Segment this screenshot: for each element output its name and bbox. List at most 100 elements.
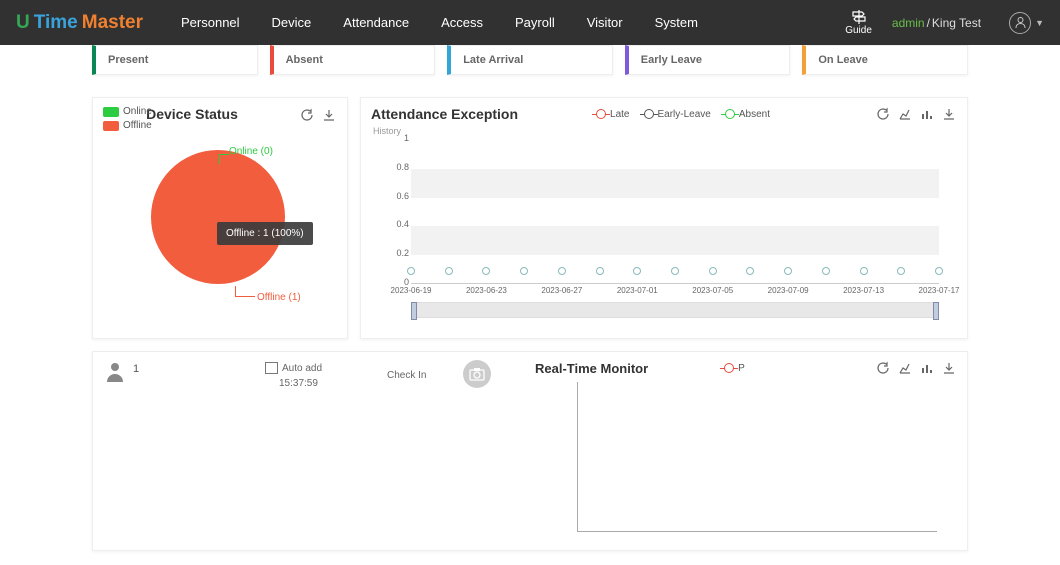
legend-mark-early: [644, 109, 654, 119]
attendance-chart: 2023-06-192023-06-232023-06-272023-07-01…: [411, 140, 939, 296]
legend-early-label: Early-Leave: [658, 109, 711, 120]
realtime-plot: [577, 382, 937, 532]
nav-system[interactable]: System: [641, 7, 712, 38]
legend-mark-late: [596, 109, 606, 119]
x-tick: 2023-07-05: [692, 286, 733, 295]
slider-handle-right[interactable]: [933, 302, 939, 320]
legend-p-label: P: [738, 363, 745, 374]
realtime-title: Real-Time Monitor: [535, 361, 648, 376]
data-point: [596, 267, 604, 275]
event-type: Check In: [387, 370, 426, 381]
user-name: King Test: [932, 16, 981, 30]
pie-offline-label: Offline (1): [257, 292, 301, 303]
data-point: [445, 267, 453, 275]
refresh-icon[interactable]: [875, 360, 891, 376]
legend-swatch-online: [103, 107, 119, 117]
camera-icon: [463, 360, 491, 388]
signpost-icon: [850, 9, 868, 25]
monitor-event-card: 1 Auto add 15:37:59 Check In: [93, 352, 525, 550]
x-tick: 2023-07-09: [768, 286, 809, 295]
nav-personnel[interactable]: Personnel: [167, 7, 254, 38]
caret-down-icon: ▼: [1035, 18, 1044, 28]
event-time: 15:37:59: [279, 378, 318, 389]
chart-range-slider[interactable]: [411, 302, 939, 318]
guide-button[interactable]: Guide: [845, 9, 872, 36]
data-point: [633, 267, 641, 275]
status-label: On Leave: [818, 54, 868, 66]
nav-menu: Personnel Device Attendance Access Payro…: [167, 7, 712, 38]
data-point: [558, 267, 566, 275]
auto-add-label: Auto add: [265, 362, 322, 374]
refresh-icon[interactable]: [299, 107, 315, 123]
user-admin-label: admin: [892, 16, 925, 30]
status-label: Present: [108, 54, 148, 66]
legend-online-label: Online: [123, 106, 152, 117]
attendance-exception-panel: Attendance Exception Late Early-Leave Ab…: [360, 97, 968, 339]
nav-device[interactable]: Device: [258, 7, 326, 38]
status-absent[interactable]: Absent: [270, 45, 436, 75]
attendance-legend: Late Early-Leave Absent: [596, 109, 770, 120]
x-tick: 2023-06-23: [466, 286, 507, 295]
status-label: Late Arrival: [463, 54, 523, 66]
data-point: [520, 267, 528, 275]
status-label: Absent: [286, 54, 323, 66]
avatar-icon: [1009, 12, 1031, 34]
status-leave[interactable]: On Leave: [802, 45, 968, 75]
refresh-icon[interactable]: [875, 106, 891, 122]
data-point: [860, 267, 868, 275]
nav-visitor[interactable]: Visitor: [573, 7, 637, 38]
nav-access[interactable]: Access: [427, 7, 497, 38]
data-point: [746, 267, 754, 275]
x-tick: 2023-07-17: [919, 286, 960, 295]
logo-part: Time: [34, 12, 78, 34]
download-icon[interactable]: [941, 360, 957, 376]
legend-mark-p: [724, 363, 734, 373]
auto-add-text: Auto add: [282, 363, 322, 374]
line-chart-icon[interactable]: [897, 360, 913, 376]
nav-payroll[interactable]: Payroll: [501, 7, 569, 38]
history-label: History: [361, 126, 967, 136]
realtime-monitor: Real-Time Monitor P: [525, 352, 967, 550]
data-point: [784, 267, 792, 275]
y-tick: 0.4: [387, 219, 409, 229]
data-point: [482, 267, 490, 275]
app-logo: UTime Master: [16, 12, 143, 34]
guide-label: Guide: [845, 25, 872, 36]
legend-late-label: Late: [610, 109, 629, 120]
person-id: 1: [133, 363, 139, 375]
data-point: [822, 267, 830, 275]
x-tick: 2023-06-27: [541, 286, 582, 295]
pie-online-label: Online (0): [229, 146, 273, 157]
logo-part: U: [16, 12, 30, 34]
person-icon: [103, 360, 127, 382]
legend-absent-label: Absent: [739, 109, 770, 120]
device-icon: [265, 362, 278, 374]
slider-handle-left[interactable]: [411, 302, 417, 320]
y-tick: 0.6: [387, 191, 409, 201]
navbar: UTime Master Personnel Device Attendance…: [0, 0, 1060, 45]
y-tick: 0: [387, 277, 409, 287]
bar-chart-icon[interactable]: [919, 360, 935, 376]
download-icon[interactable]: [941, 106, 957, 122]
bar-chart-icon[interactable]: [919, 106, 935, 122]
user-menu-button[interactable]: ▼: [1009, 12, 1044, 34]
user-context: admin / King Test: [892, 16, 981, 30]
monitor-panel: 1 Auto add 15:37:59 Check In Real-Time M…: [92, 351, 968, 551]
x-tick: 2023-07-13: [843, 286, 884, 295]
data-point: [671, 267, 679, 275]
y-tick: 0.8: [387, 162, 409, 172]
device-pie-chart: Online (0) Offline (1) Offline : 1 (100%…: [93, 128, 347, 318]
pie-tooltip: Offline : 1 (100%): [217, 222, 313, 245]
user-separator: /: [927, 16, 930, 30]
download-icon[interactable]: [321, 107, 337, 123]
device-status-panel: Online Offline Device Status Online (0) …: [92, 97, 348, 339]
status-early[interactable]: Early Leave: [625, 45, 791, 75]
nav-attendance[interactable]: Attendance: [329, 7, 423, 38]
device-status-title: Device Status: [146, 106, 238, 122]
pie-offline-slice: [151, 150, 285, 284]
y-tick: 0.2: [387, 248, 409, 258]
y-tick: 1: [387, 133, 409, 143]
line-chart-icon[interactable]: [897, 106, 913, 122]
status-late[interactable]: Late Arrival: [447, 45, 613, 75]
status-present[interactable]: Present: [92, 45, 258, 75]
